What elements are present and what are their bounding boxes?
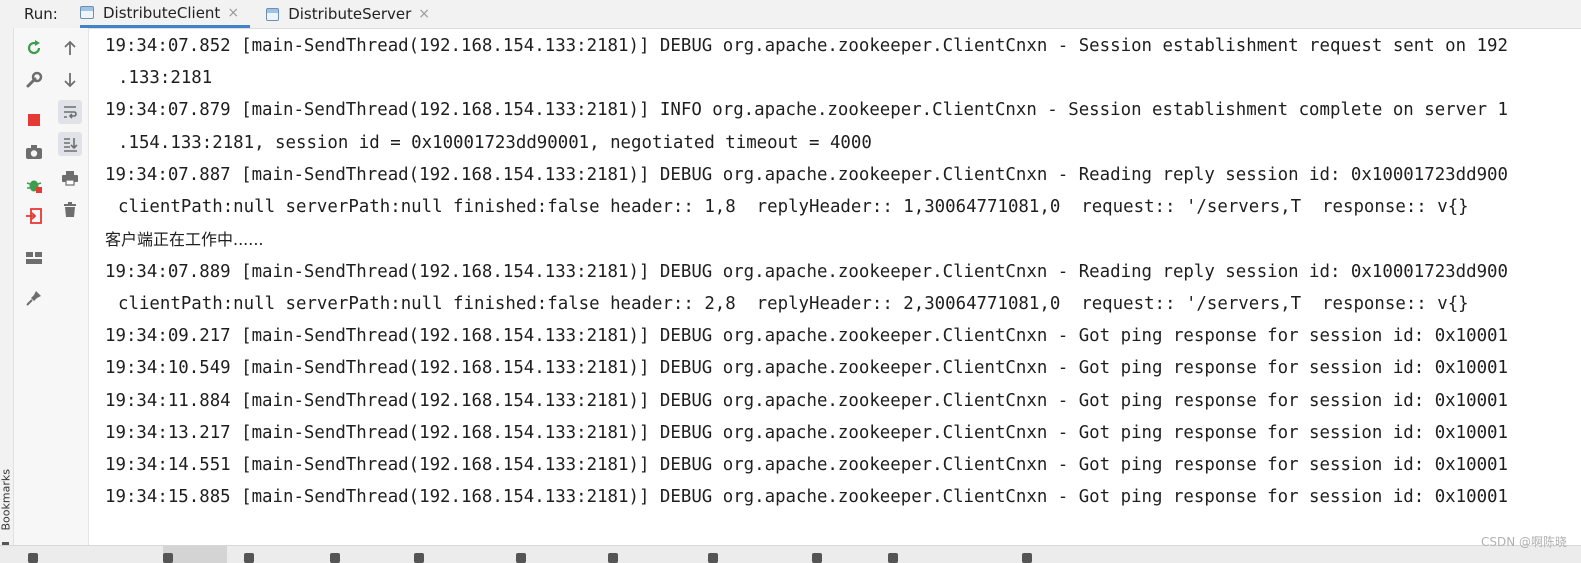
- wrench-icon[interactable]: [22, 68, 46, 92]
- bottom-tab[interactable]: [812, 550, 828, 563]
- program-output-line: 客户端正在工作中......: [105, 230, 264, 249]
- log-line: 19:34:07.852 [main-SendThread(192.168.15…: [105, 36, 1508, 56]
- log-line: 19:34:07.887 [main-SendThread(192.168.15…: [105, 165, 1508, 185]
- layout-icon[interactable]: [22, 246, 46, 270]
- print-icon[interactable]: [58, 166, 82, 190]
- tab-distribute-client[interactable]: DistributeClient ×: [80, 0, 250, 28]
- rerun-icon[interactable]: [22, 36, 46, 60]
- run-tools-primary: [14, 28, 54, 548]
- close-icon[interactable]: ×: [227, 5, 239, 21]
- trash-icon[interactable]: [58, 198, 82, 222]
- application-icon: [266, 7, 280, 21]
- tab-label: DistributeServer: [288, 5, 412, 23]
- log-line: 19:34:09.217 [main-SendThread(192.168.15…: [105, 326, 1508, 346]
- run-label: Run:: [24, 5, 58, 23]
- bottom-tab[interactable]: [330, 550, 346, 563]
- log-line: 19:34:10.549 [main-SendThread(192.168.15…: [105, 358, 1508, 378]
- tool-window-icon: [28, 553, 38, 563]
- tool-window-icon: [608, 553, 618, 563]
- run-icon: [163, 553, 173, 563]
- log-line-continuation: clientPath:null serverPath:null finished…: [118, 197, 1469, 217]
- arrow-down-icon[interactable]: [58, 68, 82, 92]
- tool-window-icon: [812, 553, 822, 563]
- tool-window-icon: [516, 553, 526, 563]
- log-line: 19:34:11.884 [main-SendThread(192.168.15…: [105, 391, 1508, 411]
- exit-icon[interactable]: [22, 204, 46, 228]
- left-edge-strip: Bookmarks: [0, 28, 14, 552]
- log-line: 19:34:13.217 [main-SendThread(192.168.15…: [105, 423, 1508, 443]
- camera-icon[interactable]: [22, 140, 46, 164]
- log-line: 19:34:07.889 [main-SendThread(192.168.15…: [105, 262, 1508, 282]
- close-icon[interactable]: ×: [418, 6, 430, 22]
- tool-window-icon: [1022, 553, 1032, 563]
- debug-bug-icon[interactable]: [22, 173, 46, 197]
- log-line: 19:34:15.885 [main-SendThread(192.168.15…: [105, 487, 1508, 507]
- log-line: 19:34:14.551 [main-SendThread(192.168.15…: [105, 455, 1508, 475]
- log-line: 19:34:07.879 [main-SendThread(192.168.15…: [105, 100, 1508, 120]
- bottom-tab[interactable]: [1022, 550, 1038, 563]
- stop-icon[interactable]: [22, 108, 46, 132]
- tool-window-icon: [330, 553, 340, 563]
- log-line-continuation: .133:2181: [118, 68, 213, 88]
- bookmarks-tab[interactable]: Bookmarks: [0, 469, 13, 530]
- tab-label: DistributeClient: [103, 3, 221, 22]
- bottom-tab[interactable]: [414, 550, 430, 563]
- tool-window-icon: [244, 553, 254, 563]
- bottom-tool-window-bar: [0, 545, 1581, 563]
- bottom-tab-active[interactable]: [163, 546, 227, 563]
- log-line-continuation: .154.133:2181, session id = 0x10001723dd…: [118, 133, 872, 153]
- ide-run-window: Run: DistributeClient × DistributeServer…: [0, 0, 1581, 563]
- tool-window-icon: [708, 553, 718, 563]
- bottom-tab[interactable]: [708, 550, 724, 563]
- run-tab-bar: Run: DistributeClient × DistributeServer…: [0, 0, 1581, 29]
- console-output[interactable]: 19:34:07.852 [main-SendThread(192.168.15…: [90, 28, 1581, 548]
- bottom-tab[interactable]: [516, 550, 532, 563]
- tool-window-icon: [888, 553, 898, 563]
- soft-wrap-icon[interactable]: [58, 100, 82, 124]
- pin-icon[interactable]: [22, 286, 46, 310]
- tab-distribute-server[interactable]: DistributeServer ×: [266, 0, 430, 28]
- watermark: CSDN @啊陈晓: [1480, 535, 1567, 549]
- bottom-tab[interactable]: [244, 550, 260, 563]
- tool-window-icon: [414, 553, 424, 563]
- bottom-tab[interactable]: [28, 550, 44, 563]
- log-line-continuation: clientPath:null serverPath:null finished…: [118, 294, 1469, 314]
- arrow-up-icon[interactable]: [58, 36, 82, 60]
- application-icon: [80, 6, 94, 19]
- run-tools-secondary: [54, 28, 89, 548]
- scroll-to-end-icon[interactable]: [58, 132, 82, 156]
- bottom-tab[interactable]: [608, 550, 624, 563]
- bottom-tab[interactable]: [888, 550, 904, 563]
